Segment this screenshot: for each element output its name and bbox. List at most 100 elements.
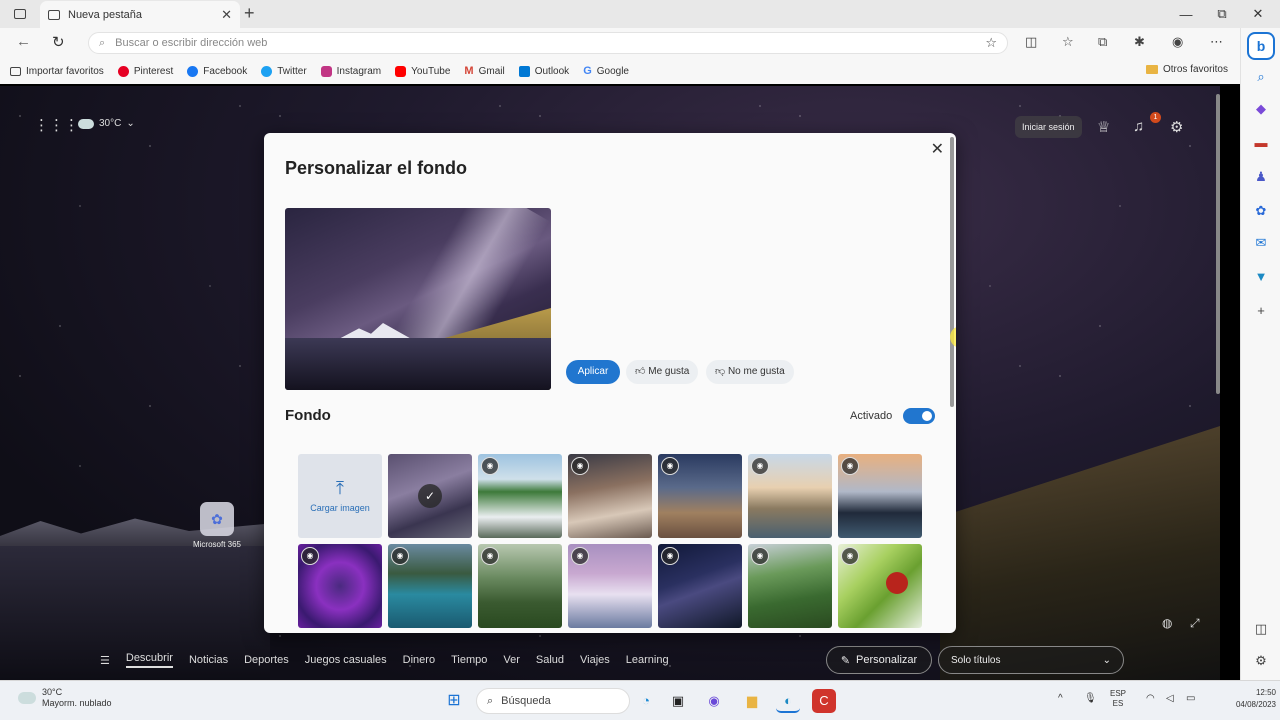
notifications-icon[interactable]: ♫ <box>1133 118 1144 135</box>
image-info-icon[interactable]: ◍ <box>1162 616 1172 630</box>
preview-eye-icon[interactable]: ◉ <box>391 547 409 565</box>
system-clock[interactable]: 12:50 04/08/2023 <box>1232 687 1276 711</box>
bookmark-youtube[interactable]: YouTube <box>395 65 450 77</box>
address-bar[interactable]: ⌕ Buscar o escribir dirección web ☆ <box>88 32 1008 54</box>
microphone-icon[interactable]: 🎙︎ <box>1084 693 1097 704</box>
split-screen-icon[interactable]: ◫ <box>1025 34 1037 50</box>
preview-eye-icon[interactable]: ◉ <box>571 547 589 565</box>
page-scrollbar[interactable] <box>1216 94 1220 394</box>
nav-noticias[interactable]: Noticias <box>189 654 228 666</box>
language-indicator[interactable]: ESP ES <box>1110 689 1126 709</box>
shopping-icon[interactable]: ◆ <box>1252 100 1270 118</box>
background-thumbnail[interactable]: ◉ <box>838 544 922 628</box>
dialog-scrollbar[interactable] <box>950 137 954 407</box>
collections-icon[interactable]: ⧉ <box>1098 34 1107 50</box>
rewards-icon[interactable]: ♕ <box>1097 118 1110 136</box>
close-window-button[interactable]: ✕ <box>1240 0 1276 28</box>
favorite-star-icon[interactable]: ☆ <box>985 35 997 51</box>
background-thumbnail[interactable]: ◉ <box>568 544 652 628</box>
preview-eye-icon[interactable]: ◉ <box>841 547 859 565</box>
windows-start-icon[interactable]: ⊞ <box>442 689 466 713</box>
nav-deportes[interactable]: Deportes <box>244 654 289 666</box>
bookmark-outlook[interactable]: Outlook <box>518 65 569 77</box>
dislike-button[interactable]: 👎︎ No me gusta <box>706 360 794 384</box>
whatsapp-icon[interactable]: ◔ <box>634 689 658 713</box>
preview-eye-icon[interactable]: ◉ <box>661 547 679 565</box>
other-favorites[interactable]: Otros favoritos <box>1145 64 1228 75</box>
minimize-button[interactable]: — <box>1168 0 1204 28</box>
nav-salud[interactable]: Salud <box>536 654 564 666</box>
preview-eye-icon[interactable]: ◉ <box>841 457 859 475</box>
nav-tiempo[interactable]: Tiempo <box>451 654 487 666</box>
app-icon[interactable]: C <box>812 689 836 713</box>
bookmark-facebook[interactable]: Facebook <box>187 65 247 77</box>
bookmark-pinterest[interactable]: Pinterest <box>117 65 173 77</box>
preview-eye-icon[interactable]: ◉ <box>481 547 499 565</box>
battery-icon[interactable]: ▭ <box>1186 693 1195 704</box>
preview-eye-icon[interactable]: ◉ <box>571 457 589 475</box>
refresh-icon[interactable]: ↻ <box>52 33 65 51</box>
background-toggle[interactable] <box>903 408 935 424</box>
edge-icon[interactable]: ◐ <box>776 689 800 713</box>
sidebar-settings-icon[interactable]: ⚙ <box>1252 652 1270 670</box>
drop-icon[interactable]: ▼ <box>1252 268 1270 286</box>
background-thumbnail[interactable]: ◉ <box>838 454 922 538</box>
background-thumbnail[interactable]: ◉ <box>298 544 382 628</box>
background-thumbnail[interactable]: ◉ <box>568 454 652 538</box>
background-thumbnail[interactable]: ◉ <box>658 454 742 538</box>
task-view-icon[interactable]: ▣ <box>666 689 690 713</box>
nav-juegos[interactable]: Juegos casuales <box>305 654 387 666</box>
bookmark-gmail[interactable]: M Gmail <box>464 65 504 77</box>
content-visibility-select[interactable]: Solo títulos ⌄ <box>938 646 1124 674</box>
extensions-icon[interactable]: ✱ <box>1134 34 1145 50</box>
expand-icon[interactable]: ⤢ <box>1190 616 1200 631</box>
nav-descubrir[interactable]: Descubrir <box>125 652 173 668</box>
tab-new-tab[interactable]: Nueva pestaña ✕ <box>40 1 240 28</box>
file-explorer-icon[interactable]: ▆ <box>740 689 764 713</box>
restore-button[interactable]: ⧉ <box>1204 0 1240 28</box>
search-sidebar-icon[interactable]: ⌕ <box>1252 68 1270 86</box>
tab-actions-icon[interactable] <box>2 0 38 28</box>
signin-button[interactable]: Iniciar sesión <box>1015 116 1082 138</box>
nav-dinero[interactable]: Dinero <box>403 654 435 666</box>
games-icon[interactable]: ♟ <box>1252 168 1270 186</box>
tab-close-icon[interactable]: ✕ <box>221 7 232 23</box>
preview-eye-icon[interactable]: ◉ <box>481 457 499 475</box>
preview-eye-icon[interactable]: ◉ <box>661 457 679 475</box>
volume-icon[interactable]: ◁ <box>1166 693 1174 704</box>
bing-copilot-icon[interactable]: b <box>1247 32 1275 60</box>
upload-image-button[interactable]: ⤒ Cargar imagen <box>298 454 382 538</box>
tools-icon[interactable]: ▬ <box>1252 134 1270 152</box>
apply-button[interactable]: Aplicar <box>566 360 620 384</box>
outlook-sidebar-icon[interactable]: ✉ <box>1252 234 1270 252</box>
like-button[interactable]: 👍︎ Me gusta <box>626 360 699 384</box>
background-thumbnail[interactable]: ✓ <box>388 454 472 538</box>
microsoft365-sidebar-icon[interactable]: ✿ <box>1252 202 1270 220</box>
preview-eye-icon[interactable]: ◉ <box>751 547 769 565</box>
settings-icon[interactable]: ⚙ <box>1170 118 1183 136</box>
bookmark-google[interactable]: G Google <box>583 65 629 77</box>
bookmark-import[interactable]: Importar favoritos <box>10 66 104 77</box>
chat-icon[interactable]: ◉ <box>702 689 726 713</box>
more-options-icon[interactable]: ⋯ <box>1210 34 1223 50</box>
wifi-icon[interactable]: ◠ <box>1146 693 1155 704</box>
background-thumbnail[interactable]: ◉ <box>748 454 832 538</box>
background-thumbnail[interactable]: ◉ <box>658 544 742 628</box>
background-thumbnail[interactable]: ◉ <box>388 544 472 628</box>
nav-ver[interactable]: Ver <box>503 654 520 666</box>
sidebar-layout-icon[interactable]: ◫ <box>1252 620 1270 638</box>
taskbar-weather[interactable]: 30°C Mayorm. nublado <box>18 687 112 709</box>
bookmark-twitter[interactable]: Twitter <box>261 65 307 77</box>
bookmark-instagram[interactable]: Instagram <box>320 65 381 77</box>
background-thumbnail[interactable]: ◉ <box>478 544 562 628</box>
background-thumbnail[interactable]: ◉ <box>748 544 832 628</box>
tray-chevron-icon[interactable]: ^ <box>1058 693 1063 704</box>
favorites-icon[interactable]: ☆ <box>1062 34 1074 50</box>
profile-avatar[interactable]: ◉ <box>1172 34 1183 50</box>
preview-eye-icon[interactable]: ◉ <box>751 457 769 475</box>
apps-grid-icon[interactable]: ⋮⋮⋮ <box>34 116 79 134</box>
new-tab-button[interactable]: + <box>244 3 255 24</box>
close-icon[interactable]: ✕ <box>931 139 944 159</box>
microsoft365-shortcut[interactable]: ✿ Microsoft 365 <box>184 502 250 549</box>
nav-viajes[interactable]: Viajes <box>580 654 610 666</box>
